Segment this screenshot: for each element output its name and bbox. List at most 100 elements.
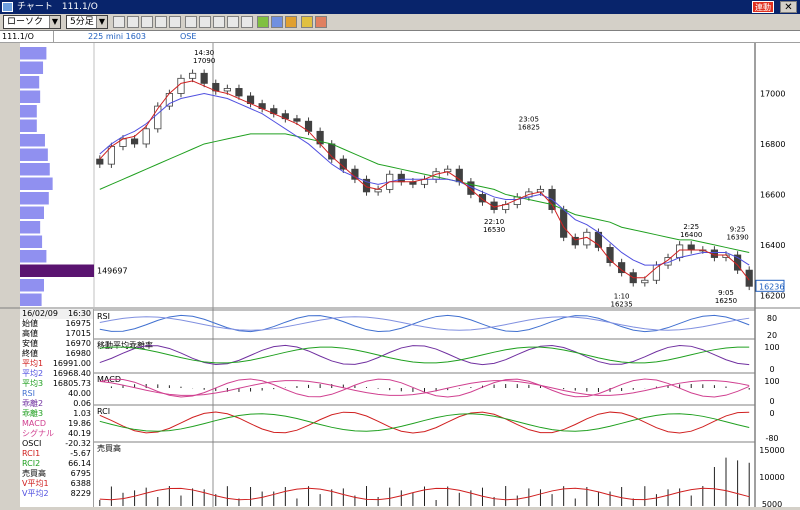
zoom-icon[interactable] xyxy=(301,16,313,28)
indicator-tick-label: 100 xyxy=(764,377,779,386)
info-value: 16980 xyxy=(65,349,91,358)
tool-grid-icon[interactable] xyxy=(113,16,125,28)
info-row: RSI 40.00 xyxy=(20,389,93,399)
indicator-line-1 xyxy=(99,411,750,434)
price-tick-label: 16400 xyxy=(760,241,785,250)
info-row: 平均1 16991.00 xyxy=(20,359,93,369)
candle xyxy=(571,236,579,246)
eraser-icon[interactable] xyxy=(285,16,297,28)
volume-profile-bar xyxy=(20,47,47,60)
info-value: 40.00 xyxy=(68,389,91,398)
candle xyxy=(293,118,301,122)
annotation-price: 16400 xyxy=(680,231,702,239)
info-label: RSI xyxy=(22,389,35,398)
left-gutter xyxy=(0,43,20,507)
chart-svg[interactable]: 149697 17000 16800 16600 16400 1620016236 14:3… xyxy=(0,43,800,509)
info-label: 16/02/09 xyxy=(22,309,58,318)
info-value: 16970 xyxy=(65,339,91,348)
tool-table-icon[interactable] xyxy=(141,16,153,28)
instrument-code[interactable]: 111.1/O xyxy=(2,31,54,42)
info-value: 6388 xyxy=(70,479,91,488)
chevron-down-icon[interactable]: ▼ xyxy=(96,16,107,28)
info-value: 0.06 xyxy=(73,399,91,408)
window-title: チャート 111.1/O xyxy=(17,2,98,12)
indicator-tick-label: 0 xyxy=(769,365,774,374)
instrument-exchange: OSE xyxy=(180,32,197,41)
candle xyxy=(745,269,753,287)
tool-grid2-icon[interactable] xyxy=(127,16,139,28)
info-label: OSCI xyxy=(22,439,42,448)
chart-type-select[interactable]: ローソク ▼ xyxy=(3,15,61,29)
tool-retrace-icon[interactable] xyxy=(213,16,225,28)
volume-profile-bar xyxy=(20,148,48,161)
candle xyxy=(397,173,405,183)
pen-icon[interactable] xyxy=(257,16,269,28)
info-label: 乖離2 xyxy=(22,399,44,408)
info-value: 16805.73 xyxy=(52,379,91,388)
indicator-tick-label: 0 xyxy=(769,409,774,418)
indicator-tick-label: 0 xyxy=(769,397,774,406)
indicator-title-rci: RCI xyxy=(97,407,110,416)
annotation-time: 9:05 xyxy=(718,289,734,297)
info-value: -20.32 xyxy=(65,439,91,448)
tool-trend-icon[interactable] xyxy=(185,16,197,28)
realtime-link-button[interactable]: 連動 xyxy=(752,1,774,13)
info-value: 16968.40 xyxy=(52,369,91,378)
ma-long-line xyxy=(99,133,750,253)
annotation-time: 2:25 xyxy=(683,223,699,231)
candle xyxy=(641,279,649,284)
indicator-tick-label: 10000 xyxy=(759,473,784,482)
indicator-title-ma_dev: 移動平均乖離率 xyxy=(97,340,153,350)
info-row: 売買高 6795 xyxy=(20,469,93,479)
volume-profile-bar xyxy=(20,177,53,190)
info-label: 平均2 xyxy=(22,369,44,378)
tool-select-icon[interactable] xyxy=(271,16,283,28)
tool-level-icon[interactable] xyxy=(241,16,253,28)
info-row: 平均2 16968.40 xyxy=(20,369,93,379)
annotation-time: 23:05 xyxy=(519,116,539,124)
info-row: RCI1 -5.67 xyxy=(20,449,93,459)
annotation-time: 9:25 xyxy=(730,225,746,233)
candle xyxy=(200,72,208,84)
candle xyxy=(676,244,684,258)
annotation-price: 16390 xyxy=(726,233,748,241)
info-label: シグナル xyxy=(22,429,54,438)
volume-profile-bar xyxy=(20,192,49,205)
info-row: MACD 19.86 xyxy=(20,419,93,429)
indicator-title-rsi: RSI xyxy=(97,312,110,321)
chevron-down-icon[interactable]: ▼ xyxy=(49,16,60,28)
volume-profile-label: 149697 xyxy=(97,267,128,276)
data-window: 16/02/09 16:30 始値 16975 高値 17015 安値 16970 終値 1698… xyxy=(20,309,94,507)
annotation-time: 22:10 xyxy=(484,218,504,226)
indicator-tick-label: 15000 xyxy=(759,446,784,455)
tool-channel-icon[interactable] xyxy=(227,16,239,28)
info-label: 安値 xyxy=(22,339,38,348)
tool-fan-icon[interactable] xyxy=(199,16,211,28)
info-row: 平均3 16805.73 xyxy=(20,379,93,389)
tool-image-icon[interactable] xyxy=(169,16,181,28)
info-value: 16991.00 xyxy=(52,359,91,368)
info-value: 16975 xyxy=(65,319,91,328)
info-label: 平均3 xyxy=(22,379,44,388)
annotation-price: 16250 xyxy=(715,297,737,305)
candle xyxy=(188,72,197,79)
chart-area[interactable]: 149697 17000 16800 16600 16400 16200 16236 14:3… xyxy=(0,43,800,509)
tool-list-icon[interactable] xyxy=(155,16,167,28)
info-row: 高値 17015 xyxy=(20,329,93,339)
volume-profile-bar xyxy=(20,76,40,89)
interval-select[interactable]: 5分足 ▼ xyxy=(66,15,108,29)
info-label: V平均2 xyxy=(22,489,49,498)
indicator-title-volume: 売買高 xyxy=(97,443,121,453)
volume-profile-bar xyxy=(20,119,37,132)
volume-profile-bar xyxy=(20,61,44,74)
volume-profile-highlight xyxy=(20,264,94,277)
tool-reset-icon[interactable] xyxy=(315,16,327,28)
close-icon[interactable]: ✕ xyxy=(780,1,797,13)
indicator-line-2 xyxy=(99,316,750,331)
chart-type-value: ローソク xyxy=(7,17,44,27)
candle xyxy=(96,158,104,165)
info-label: 始値 xyxy=(22,319,38,328)
candle xyxy=(142,128,150,145)
info-value: 66.14 xyxy=(68,459,91,468)
info-row: 16/02/09 16:30 xyxy=(20,309,93,319)
